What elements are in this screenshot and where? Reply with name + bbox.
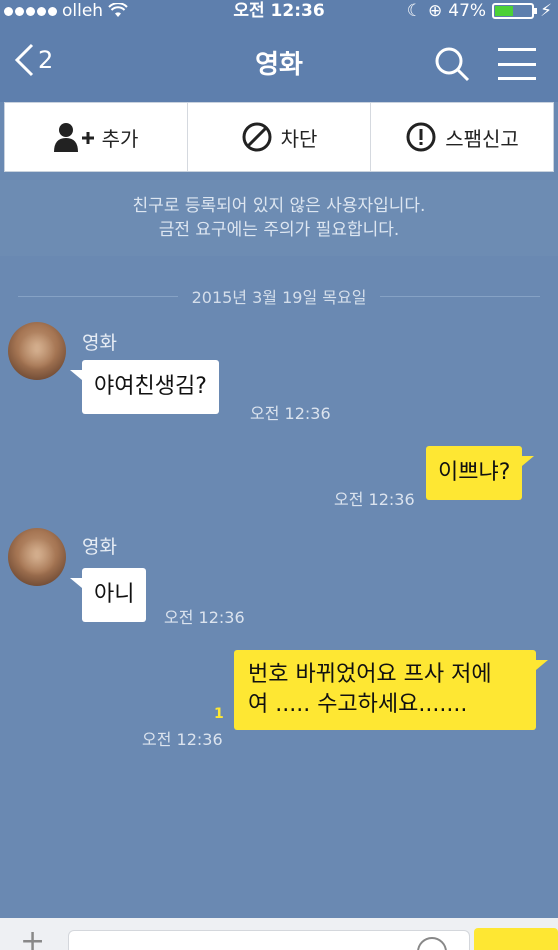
message-bubble[interactable]: 이쁘냐? xyxy=(426,446,535,500)
message-time: 오전 12:36 xyxy=(334,490,415,509)
chat-title: 영화 xyxy=(255,50,303,80)
avatar[interactable] xyxy=(8,322,66,380)
menu-icon[interactable] xyxy=(498,48,536,80)
block-label: 차단 xyxy=(280,126,318,151)
search-icon[interactable] xyxy=(434,46,470,82)
block-button[interactable]: 차단 xyxy=(188,103,371,171)
sender-name: 영화 xyxy=(82,332,117,354)
message-text-line: 번호 바뀌었어요 프사 저에 xyxy=(248,662,492,687)
message-text-line: 여 ..... 수고하세요....... xyxy=(248,692,468,717)
report-icon xyxy=(406,122,436,152)
moon-icon: ☾ xyxy=(406,1,423,21)
message-time: 오전 12:36 xyxy=(142,730,223,749)
battery-icon xyxy=(492,3,538,19)
message-input[interactable] xyxy=(68,930,470,950)
avatar[interactable] xyxy=(8,528,66,586)
date-divider: 2015년 3월 19일 목요일 xyxy=(0,282,558,310)
message-time: 오전 12:36 xyxy=(250,404,331,423)
unread-count: 1 xyxy=(214,706,224,722)
message-time: 오전 12:36 xyxy=(164,608,245,627)
notice-line-1: 친구로 등록되어 있지 않은 사용자입니다. xyxy=(132,196,426,216)
battery-percent: 47% xyxy=(448,1,487,21)
report-spam-label: 스팸신고 xyxy=(445,126,519,151)
send-button[interactable] xyxy=(474,928,558,950)
action-bar: 추가 차단 스팸신고 xyxy=(4,102,554,172)
status-bar: olleh 오전 12:36 ☾ ⊕ 47% ⚡ xyxy=(0,0,558,22)
divider-line xyxy=(380,295,541,297)
message-bubble[interactable]: 야여친생김? xyxy=(70,360,219,414)
notice-line-2: 금전 요구에는 주의가 필요합니다. xyxy=(158,220,400,240)
message-bubble[interactable]: 번호 바뀌었어요 프사 저에 여 ..... 수고하세요....... xyxy=(234,650,548,730)
input-bar: + xyxy=(0,918,558,950)
charging-icon: ⚡ xyxy=(540,1,552,21)
date-label: 2015년 3월 19일 목요일 xyxy=(191,288,367,307)
stranger-notice: 친구로 등록되어 있지 않은 사용자입니다. 금전 요구에는 주의가 필요합니다… xyxy=(0,180,558,256)
plus-icon[interactable]: + xyxy=(20,927,45,950)
divider-line xyxy=(17,295,178,297)
rotation-lock-icon: ⊕ xyxy=(428,1,443,21)
add-friend-icon xyxy=(53,123,94,152)
add-friend-label: 추가 xyxy=(101,126,139,151)
block-icon xyxy=(242,122,272,152)
report-spam-button[interactable]: 스팸신고 xyxy=(371,103,553,171)
emoji-icon[interactable] xyxy=(417,937,447,950)
message-bubble[interactable]: 아니 xyxy=(69,568,147,622)
add-friend-button[interactable]: 추가 xyxy=(5,103,188,171)
nav-bar: 2 영화 xyxy=(0,22,558,102)
sender-name: 영화 xyxy=(82,536,117,558)
